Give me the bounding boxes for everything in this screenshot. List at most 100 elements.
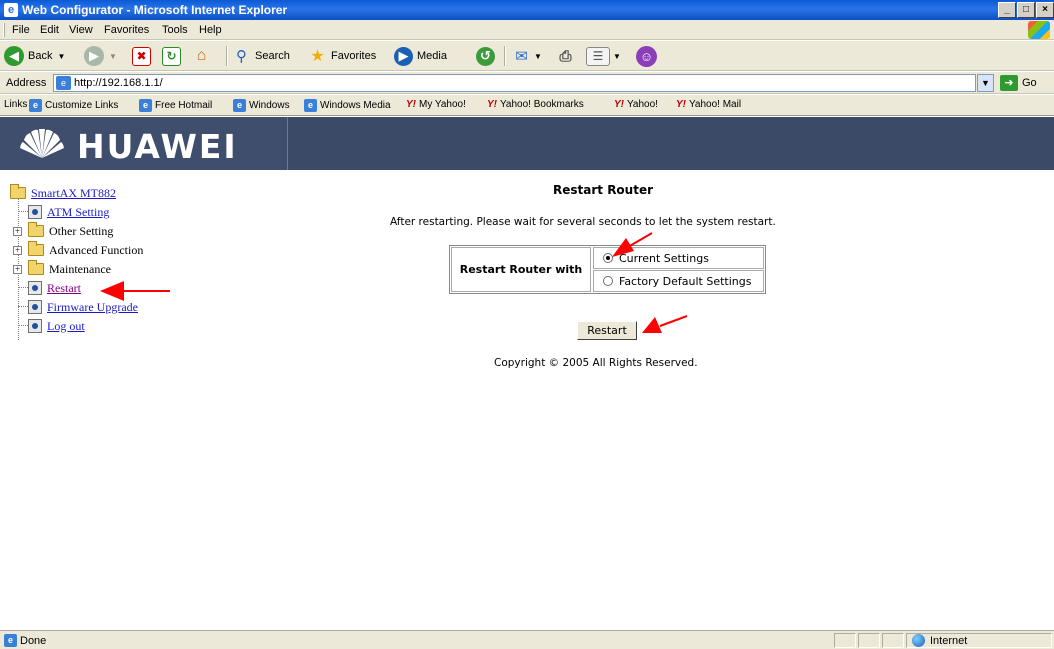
tree-item-restart[interactable]: Restart xyxy=(28,279,81,297)
tree-item-atm-setting[interactable]: ATM Setting xyxy=(28,203,109,221)
tree-root-link[interactable]: SmartAX MT882 xyxy=(31,186,116,201)
links-bar: Links e Customize Links e Free Hotmail e Wi… xyxy=(0,95,1054,116)
security-zone: Internet xyxy=(912,634,967,647)
status-cell-1 xyxy=(834,633,856,648)
instruction-text: After restarting. Please wait for severa… xyxy=(390,216,776,228)
tree-link-restart[interactable]: Restart xyxy=(47,281,81,296)
forward-arrow-icon: ▶ xyxy=(84,46,104,66)
restart-options-table: Restart Router with Current Settings Fac… xyxy=(449,245,766,294)
forward-dropdown-icon[interactable]: ▼ xyxy=(109,52,117,61)
address-input[interactable]: e http://192.168.1.1/ xyxy=(53,74,976,92)
open-folder-icon xyxy=(10,184,26,199)
mail-icon: ✉ xyxy=(515,48,528,65)
menu-view[interactable]: View xyxy=(69,24,93,36)
print-button[interactable]: ⎙ xyxy=(556,45,575,67)
page-title: Restart Router xyxy=(553,183,654,197)
expand-plus-icon[interactable]: + xyxy=(13,226,22,236)
expand-plus-icon[interactable]: + xyxy=(13,264,22,274)
back-dropdown-icon[interactable]: ▼ xyxy=(57,52,65,61)
menu-edit[interactable]: Edit xyxy=(40,24,59,36)
links-label: Links xyxy=(4,99,28,110)
stop-button[interactable]: ✖ xyxy=(132,45,151,67)
standard-toolbar: ◀ Back ▼ ▶ ▼ ✖ ↻ ⌂ ⚲ Search ★ Favorites … xyxy=(0,41,1054,71)
back-button[interactable]: ◀ Back ▼ xyxy=(4,45,65,67)
page-icon xyxy=(28,205,42,219)
favorites-button[interactable]: ★ Favorites xyxy=(308,45,376,67)
windows-logo-icon xyxy=(1028,21,1050,39)
go-button[interactable]: ➜ Go xyxy=(1000,75,1037,91)
tree-link-log-out[interactable]: Log out xyxy=(47,319,85,334)
messenger-button[interactable]: ☺ xyxy=(636,45,657,67)
link-windows-media[interactable]: e Windows Media xyxy=(304,99,391,112)
address-url: http://192.168.1.1/ xyxy=(74,77,163,89)
factory-default-radio[interactable] xyxy=(603,276,613,286)
ie-page-icon: e xyxy=(139,99,152,112)
yahoo-icon: Y! xyxy=(614,99,624,110)
maximize-button[interactable]: □ xyxy=(1017,2,1035,18)
link-yahoo-mail[interactable]: Y! Yahoo! Mail xyxy=(676,99,741,110)
tree-link-firmware-upgrade[interactable]: Firmware Upgrade xyxy=(47,300,138,315)
menu-tools[interactable]: Tools xyxy=(162,24,188,36)
mail-button[interactable]: ✉ ▼ xyxy=(512,45,542,67)
status-text-area: e Done xyxy=(4,634,46,647)
address-label: Address xyxy=(6,77,47,89)
tree-item-advanced-function[interactable]: + Advanced Function xyxy=(13,241,143,259)
link-customize-links[interactable]: e Customize Links xyxy=(29,99,118,112)
window-title: Web Configurator - Microsoft Internet Ex… xyxy=(22,3,288,17)
option-factory-default-settings[interactable]: Factory Default Settings xyxy=(593,270,764,292)
yahoo-icon: Y! xyxy=(676,99,686,110)
link-yahoo[interactable]: Y! Yahoo! xyxy=(614,99,658,110)
search-label: Search xyxy=(255,50,290,62)
factory-default-label: Factory Default Settings xyxy=(619,274,752,288)
search-icon: ⚲ xyxy=(236,48,247,65)
address-dropdown-icon[interactable]: ▼ xyxy=(977,74,994,92)
tree-item-maintenance[interactable]: + Maintenance xyxy=(13,260,111,278)
favorites-star-icon: ★ xyxy=(310,48,325,65)
tree-root[interactable]: SmartAX MT882 xyxy=(10,184,116,202)
edit-dropdown-icon[interactable]: ▼ xyxy=(613,52,621,61)
restart-button[interactable]: Restart xyxy=(577,321,637,340)
close-button[interactable]: × xyxy=(1036,2,1054,18)
mail-dropdown-icon[interactable]: ▼ xyxy=(534,52,542,61)
minimize-button[interactable]: _ xyxy=(998,2,1016,18)
current-settings-radio[interactable] xyxy=(603,253,613,263)
edit-button[interactable]: ☰ ▼ xyxy=(586,45,621,67)
tree-item-firmware-upgrade[interactable]: Firmware Upgrade xyxy=(28,298,138,316)
status-bar: e Done Internet xyxy=(0,630,1054,649)
edit-page-icon: ☰ xyxy=(586,46,610,66)
tree-label-other-setting: Other Setting xyxy=(49,223,114,238)
ie-page-icon: e xyxy=(304,99,317,112)
tree-link-atm-setting[interactable]: ATM Setting xyxy=(47,205,109,220)
yahoo-icon: Y! xyxy=(406,99,416,110)
copyright-text: Copyright © 2005 All Rights Reserved. xyxy=(494,357,698,369)
folder-icon xyxy=(28,241,44,256)
tree-item-log-out[interactable]: Log out xyxy=(28,317,85,335)
menu-file[interactable]: File xyxy=(12,24,30,36)
ie-page-icon: e xyxy=(29,99,42,112)
expand-plus-icon[interactable]: + xyxy=(13,245,22,255)
page-icon xyxy=(28,319,42,333)
status-text: Done xyxy=(20,634,47,647)
tree-item-other-setting[interactable]: + Other Setting xyxy=(13,222,113,240)
menu-favorites[interactable]: Favorites xyxy=(104,24,149,36)
history-button[interactable]: ↺ xyxy=(476,45,495,67)
link-yahoo-bookmarks[interactable]: Y! Yahoo! Bookmarks xyxy=(487,99,584,110)
search-button[interactable]: ⚲ Search xyxy=(232,45,290,67)
media-button[interactable]: ▶ Media xyxy=(394,45,447,67)
forward-button[interactable]: ▶ ▼ xyxy=(84,45,117,67)
ie-page-icon: e xyxy=(4,634,17,647)
menu-help[interactable]: Help xyxy=(199,24,222,36)
option-current-settings[interactable]: Current Settings xyxy=(593,247,764,269)
toolbar-grip[interactable] xyxy=(3,23,5,37)
link-my-yahoo[interactable]: Y! My Yahoo! xyxy=(406,99,466,110)
refresh-button[interactable]: ↻ xyxy=(162,45,181,67)
go-arrow-icon: ➜ xyxy=(1000,75,1018,91)
status-cell-2 xyxy=(858,633,880,648)
menu-bar: File Edit View Favorites Tools Help xyxy=(0,20,1054,40)
brand-name: HUAWEI xyxy=(77,127,238,166)
home-button[interactable]: ⌂ xyxy=(192,45,211,67)
link-free-hotmail[interactable]: e Free Hotmail xyxy=(139,99,212,112)
page-icon: e xyxy=(56,76,71,90)
link-windows[interactable]: e Windows xyxy=(233,99,290,112)
tree-label-maintenance: Maintenance xyxy=(49,261,111,276)
